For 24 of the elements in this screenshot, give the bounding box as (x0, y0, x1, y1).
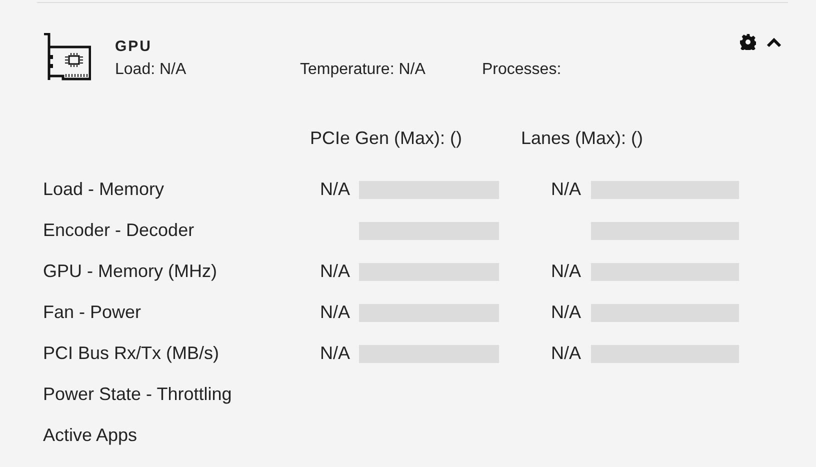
row-label: PCI Bus Rx/Tx (MB/s) (43, 342, 220, 365)
row-label: Encoder - Decoder (43, 219, 196, 242)
column-header: Lanes (Max): () (520, 128, 644, 150)
row-label: Fan - Power (43, 301, 142, 324)
row-label: Power State - Throttling (43, 383, 233, 406)
value-text: N/A (318, 301, 350, 324)
card-title: GPU (115, 38, 154, 55)
row-label: Active Apps (43, 424, 138, 447)
collapse-button[interactable] (766, 36, 782, 48)
row-label: Load - Memory (43, 178, 166, 201)
settings-icon[interactable] (740, 34, 756, 50)
value-text: N/A (318, 342, 350, 365)
summary-text: Processes: (482, 61, 562, 79)
value-text: N/A (550, 260, 582, 283)
value-text: N/A (318, 260, 350, 283)
row-label: GPU - Memory (MHz) (43, 260, 218, 283)
value-text: N/A (318, 178, 350, 201)
summary-text: Temperature: N/A (300, 61, 426, 79)
value-text: N/A (550, 301, 582, 324)
graphics-card-icon (43, 33, 91, 81)
column-header: PCIe Gen (Max): () (309, 128, 464, 150)
summary-text: Load: N/A (115, 61, 188, 79)
value-text: N/A (550, 342, 582, 365)
value-text: N/A (550, 178, 582, 201)
